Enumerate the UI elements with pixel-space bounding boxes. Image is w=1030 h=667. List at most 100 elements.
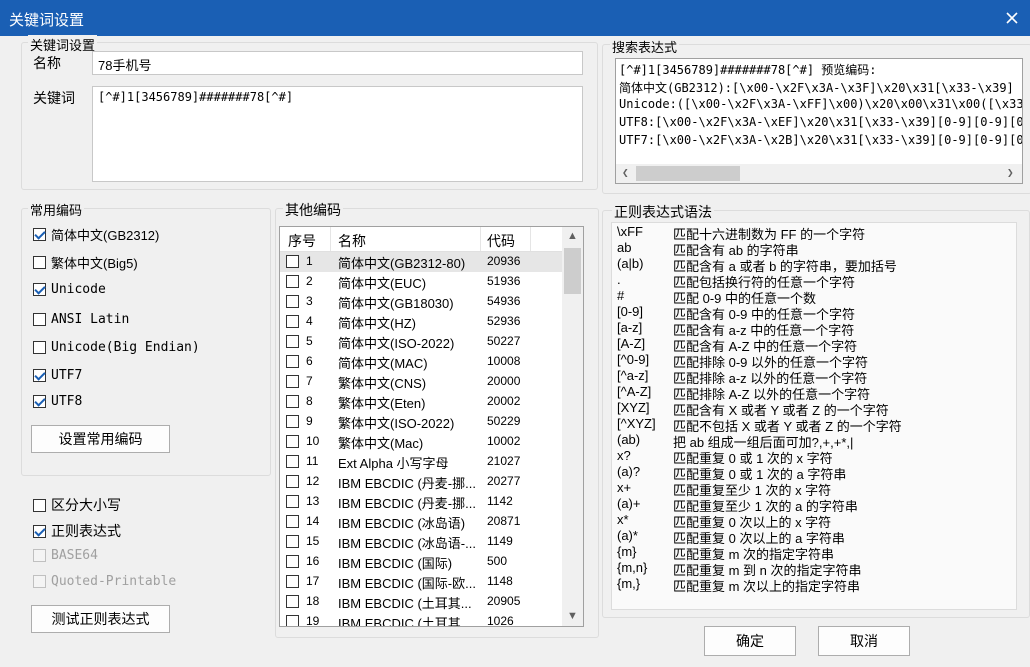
- header-num[interactable]: 序号: [288, 231, 316, 251]
- row-name: 简体中文(MAC): [338, 356, 428, 371]
- table-row[interactable]: 17 IBM EBCDIC (国际-欧... 1148: [280, 572, 562, 592]
- checkbox-icon: [33, 369, 46, 382]
- row-checkbox[interactable]: [286, 255, 299, 268]
- table-row[interactable]: 6 简体中文(MAC) 10008: [280, 352, 562, 372]
- row-num: 8: [306, 394, 313, 408]
- table-row[interactable]: 10 繁体中文(Mac) 10002: [280, 432, 562, 452]
- row-checkbox[interactable]: [286, 395, 299, 408]
- row-name: 繁体中文(Eten): [338, 396, 426, 411]
- enc-unicode-big-endian-checkbox[interactable]: Unicode(Big Endian): [33, 340, 200, 355]
- row-checkbox[interactable]: [286, 315, 299, 328]
- syntax-pattern: .: [617, 272, 621, 287]
- table-row[interactable]: 12 IBM EBCDIC (丹麦-挪... 20277: [280, 472, 562, 492]
- set-common-encoding-button[interactable]: 设置常用编码: [31, 425, 170, 453]
- row-code: 1149: [487, 534, 513, 548]
- enc-unicode-checkbox[interactable]: Unicode: [33, 282, 106, 297]
- row-num: 19: [306, 614, 320, 627]
- test-regex-button[interactable]: 测试正则表达式: [31, 605, 170, 633]
- row-checkbox[interactable]: [286, 295, 299, 308]
- syntax-pattern: (a)?: [617, 464, 641, 479]
- row-code: 1026: [487, 614, 514, 627]
- search-expression-box[interactable]: [^#]1[3456789]#######78[^#] 预览编码: 简体中文(G…: [615, 58, 1023, 184]
- syntax-pattern: [^0-9]: [617, 352, 650, 367]
- row-name: IBM EBCDIC (土耳其...: [338, 596, 472, 611]
- row-num: 17: [306, 574, 320, 588]
- row-checkbox[interactable]: [286, 475, 299, 488]
- table-row[interactable]: 1 简体中文(GB2312-80) 20936: [280, 252, 562, 272]
- syntax-pattern: [^A-Z]: [617, 384, 652, 399]
- checkbox-icon: [33, 498, 46, 512]
- scroll-right-icon[interactable]: ❯: [1007, 166, 1014, 179]
- table-row[interactable]: 15 IBM EBCDIC (冰岛语-... 1149: [280, 532, 562, 552]
- scroll-thumb[interactable]: [636, 166, 740, 181]
- scroll-thumb[interactable]: [564, 248, 581, 294]
- close-button[interactable]: [1001, 7, 1023, 29]
- enc-utf8-checkbox[interactable]: UTF8: [33, 394, 82, 409]
- row-num: 2: [306, 274, 313, 288]
- syntax-pattern: [a-z]: [617, 320, 643, 335]
- row-checkbox[interactable]: [286, 375, 299, 388]
- keyword-input[interactable]: [^#]1[3456789]#######78[^#]: [92, 86, 583, 182]
- row-checkbox[interactable]: [286, 435, 299, 448]
- table-row[interactable]: 11 Ext Alpha 小写字母 21027: [280, 452, 562, 472]
- row-name: IBM EBCDIC (丹麦-挪...: [338, 476, 476, 491]
- ok-button[interactable]: 确定: [704, 626, 796, 656]
- row-code: 20000: [487, 374, 521, 388]
- case-sensitive-checkbox[interactable]: 区分大小写: [33, 495, 121, 515]
- scroll-up-icon[interactable]: ▲: [567, 230, 578, 242]
- row-name: Ext Alpha 小写字母: [338, 456, 449, 471]
- row-checkbox[interactable]: [286, 595, 299, 608]
- table-row[interactable]: 2 简体中文(EUC) 51936: [280, 272, 562, 292]
- row-checkbox[interactable]: [286, 335, 299, 348]
- table-row[interactable]: 5 简体中文(ISO-2022) 50227: [280, 332, 562, 352]
- row-num: 6: [306, 354, 313, 368]
- row-checkbox[interactable]: [286, 415, 299, 428]
- row-checkbox[interactable]: [286, 515, 299, 528]
- other-encodings-label: 其他编码: [283, 200, 343, 220]
- table-row[interactable]: 18 IBM EBCDIC (土耳其... 20905: [280, 592, 562, 612]
- table-row[interactable]: 9 繁体中文(ISO-2022) 50229: [280, 412, 562, 432]
- other-encodings-list[interactable]: 序号 名称 代码 1 简体中文(GB2312-80) 20936 2 简体中文(EUC)…: [279, 226, 584, 627]
- syntax-pattern: (a)*: [617, 528, 638, 543]
- syntax-pattern: {m}: [617, 544, 637, 559]
- scroll-down-icon[interactable]: ▼: [567, 610, 578, 622]
- table-row[interactable]: 4 简体中文(HZ) 52936: [280, 312, 562, 332]
- scroll-left-icon[interactable]: ❮: [622, 166, 629, 179]
- enc-gb2312-checkbox[interactable]: 简体中文(GB2312): [33, 225, 159, 244]
- row-name: 繁体中文(CNS): [338, 376, 427, 391]
- header-name[interactable]: 名称: [338, 231, 366, 251]
- row-checkbox[interactable]: [286, 535, 299, 548]
- table-row[interactable]: 3 简体中文(GB18030) 54936: [280, 292, 562, 312]
- horizontal-scrollbar[interactable]: ❮ ❯: [616, 164, 1022, 183]
- table-row[interactable]: 13 IBM EBCDIC (丹麦-挪... 1142: [280, 492, 562, 512]
- table-row[interactable]: 19 IBM EBCDIC (土耳其... 1026: [280, 612, 562, 627]
- table-row[interactable]: 14 IBM EBCDIC (冰岛语) 20871: [280, 512, 562, 532]
- row-code: 20277: [487, 474, 521, 488]
- header-code[interactable]: 代码: [487, 231, 515, 251]
- name-label: 名称: [33, 55, 61, 71]
- enc-utf7-checkbox[interactable]: UTF7: [33, 368, 82, 383]
- table-row[interactable]: 7 繁体中文(CNS) 20000: [280, 372, 562, 392]
- syntax-pattern: [^a-z]: [617, 368, 649, 383]
- row-checkbox[interactable]: [286, 455, 299, 468]
- row-checkbox[interactable]: [286, 555, 299, 568]
- checkbox-icon: [33, 524, 46, 538]
- enc-big5-checkbox[interactable]: 繁体中文(Big5): [33, 253, 138, 272]
- row-checkbox[interactable]: [286, 275, 299, 288]
- table-row[interactable]: 8 繁体中文(Eten) 20002: [280, 392, 562, 412]
- table-row[interactable]: 16 IBM EBCDIC (国际) 500: [280, 552, 562, 572]
- row-checkbox[interactable]: [286, 495, 299, 508]
- enc-ansi-latin-checkbox[interactable]: ANSI Latin: [33, 312, 129, 327]
- row-num: 3: [306, 294, 313, 308]
- regex-checkbox[interactable]: 正则表达式: [33, 521, 121, 541]
- syntax-pattern: ab: [617, 240, 632, 255]
- syntax-pattern: {m,n}: [617, 560, 648, 575]
- row-checkbox[interactable]: [286, 615, 299, 626]
- row-checkbox[interactable]: [286, 575, 299, 588]
- search-line: UTF8:[\x00-\x2F\x3A-\xEF]\x20\x31[\x33-\…: [619, 115, 1023, 129]
- name-input[interactable]: 78手机号: [92, 51, 583, 75]
- row-code: 1142: [487, 494, 513, 508]
- row-checkbox[interactable]: [286, 355, 299, 368]
- cancel-button[interactable]: 取消: [818, 626, 910, 656]
- vertical-scrollbar[interactable]: ▲ ▼: [562, 227, 583, 626]
